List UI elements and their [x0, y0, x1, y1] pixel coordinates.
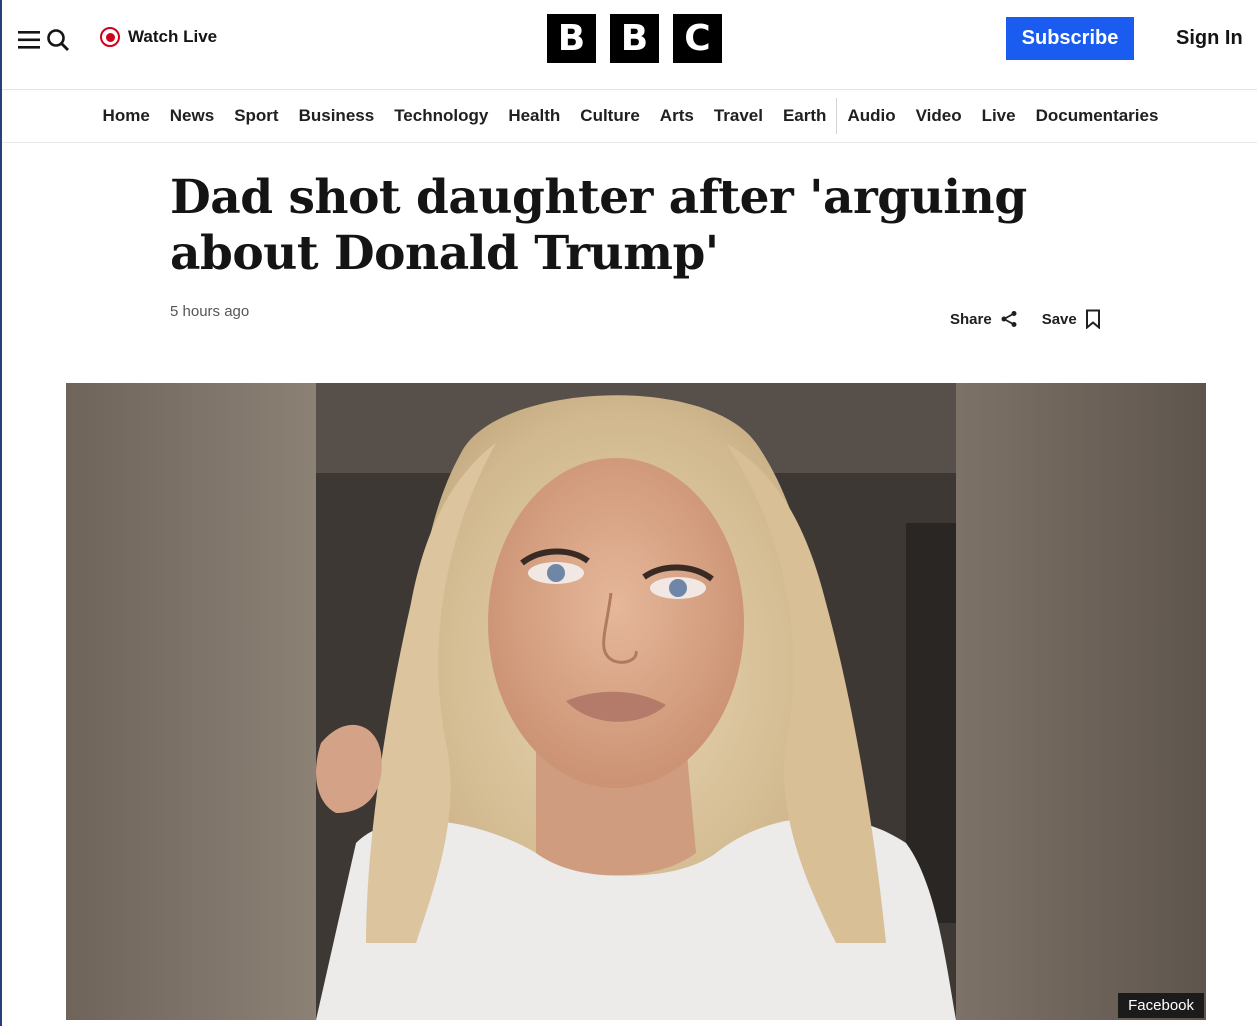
top-bar: Watch Live B B C Subscribe Sign In: [2, 0, 1257, 90]
main-nav: Home News Sport Business Technology Heal…: [2, 90, 1257, 142]
nav-item-news[interactable]: News: [160, 90, 224, 142]
nav-list: Home News Sport Business Technology Heal…: [93, 90, 1169, 142]
hero-image: Facebook: [66, 383, 1206, 1020]
watch-live-link[interactable]: Watch Live: [100, 25, 217, 49]
page: Watch Live B B C Subscribe Sign In Home …: [0, 0, 1257, 1026]
nav-item-audio[interactable]: Audio: [837, 90, 905, 142]
logo-letter-b1: B: [547, 14, 596, 63]
search-icon: [47, 29, 69, 51]
nav-item-live[interactable]: Live: [972, 90, 1026, 142]
share-icon: [1001, 311, 1017, 327]
nav-item-sport[interactable]: Sport: [224, 90, 288, 142]
nav-item-arts[interactable]: Arts: [650, 90, 704, 142]
save-label: Save: [1041, 310, 1077, 328]
menu-search-button[interactable]: [18, 26, 70, 54]
bookmark-icon: [1085, 309, 1100, 329]
share-label: Share: [950, 310, 992, 328]
hero-photo: [66, 383, 1206, 1020]
article-actions: Share Save: [950, 309, 1101, 329]
watch-live-label: Watch Live: [128, 27, 218, 46]
article-headline: Dad shot daughter after 'arguing about D…: [170, 170, 1027, 281]
live-dot-icon: [100, 27, 120, 47]
nav-item-culture[interactable]: Culture: [570, 90, 650, 142]
nav-item-video[interactable]: Video: [906, 90, 972, 142]
logo-letter-b2: B: [610, 14, 659, 63]
share-button[interactable]: Share: [950, 309, 1018, 329]
save-button[interactable]: Save: [1042, 309, 1101, 329]
nav-item-home[interactable]: Home: [93, 90, 160, 142]
bbc-logo[interactable]: B B C: [547, 14, 722, 63]
article-timestamp: 5 hours ago: [170, 303, 250, 320]
nav-item-business[interactable]: Business: [289, 90, 385, 142]
nav-item-documentaries[interactable]: Documentaries: [1026, 90, 1169, 142]
nav-divider: [2, 142, 1257, 143]
logo-letter-c: C: [673, 14, 722, 63]
sign-in-link[interactable]: Sign In: [1176, 27, 1243, 50]
nav-item-technology[interactable]: Technology: [384, 90, 498, 142]
image-credit: Facebook: [1118, 993, 1204, 1018]
nav-item-travel[interactable]: Travel: [704, 90, 773, 142]
menu-icon: [18, 31, 40, 49]
nav-item-earth[interactable]: Earth: [773, 90, 836, 142]
subscribe-button[interactable]: Subscribe: [1006, 17, 1134, 60]
nav-item-health[interactable]: Health: [498, 90, 570, 142]
